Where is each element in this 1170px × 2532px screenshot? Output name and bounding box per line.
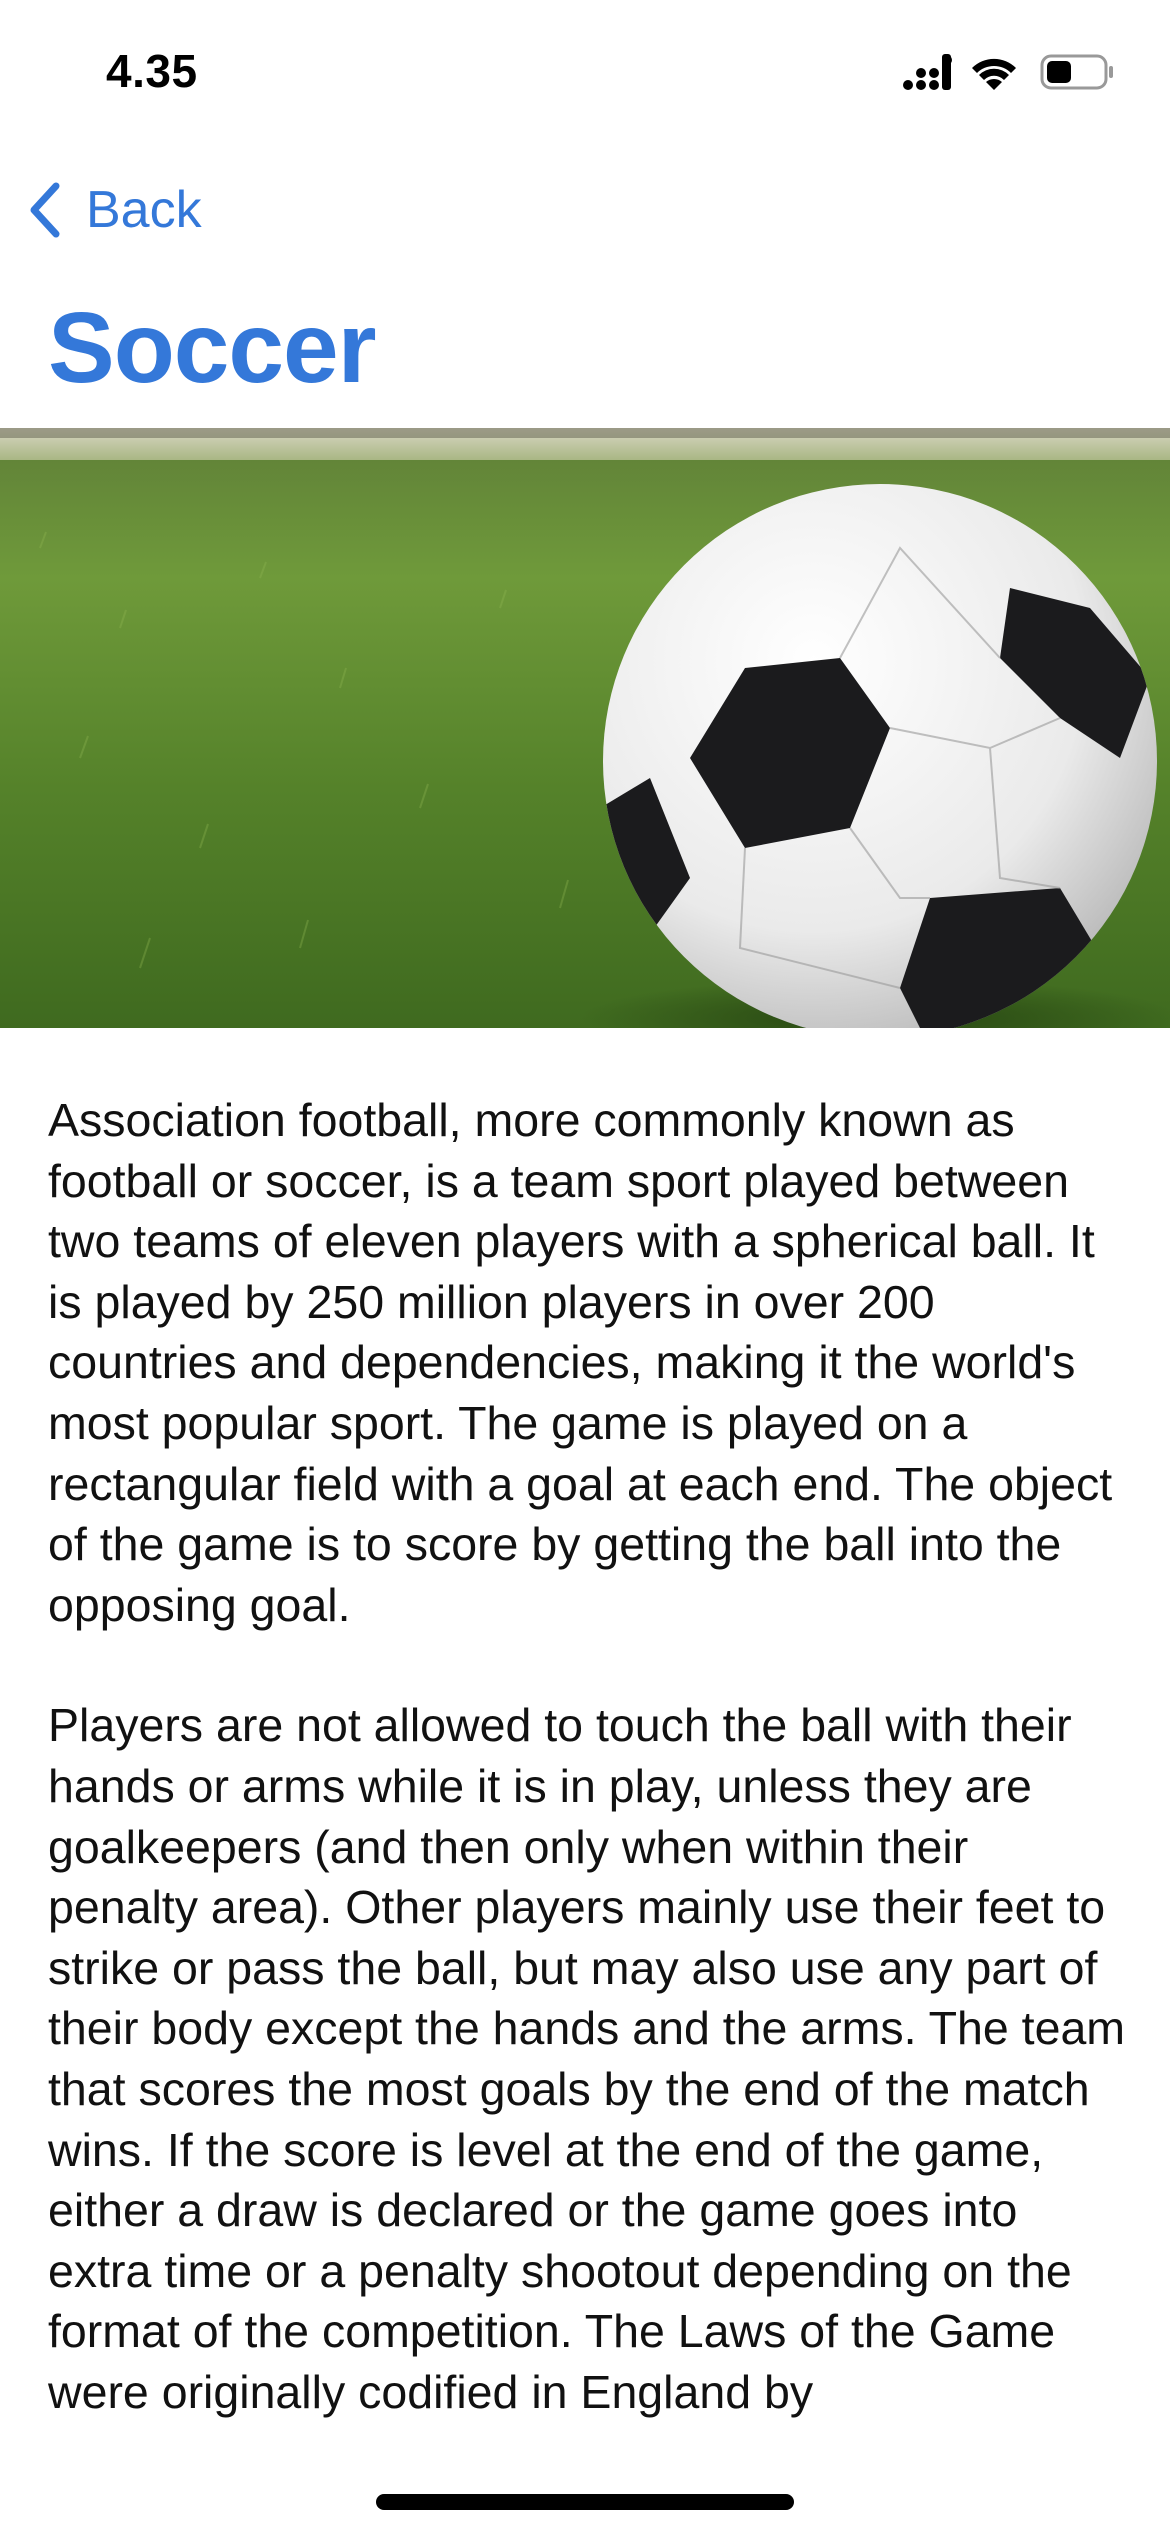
back-label: Back: [86, 181, 202, 239]
page-title: Soccer: [48, 292, 377, 404]
status-time: 4.35: [106, 45, 198, 97]
home-indicator[interactable]: [376, 2494, 794, 2510]
hero-image: [0, 428, 1170, 1028]
battery-icon: [1040, 54, 1113, 90]
navigation-bar: Back: [0, 160, 1170, 260]
chevron-left-icon: [30, 182, 60, 238]
cellular-signal-icon: [903, 54, 952, 90]
status-bar: 4.35: [0, 0, 1170, 140]
article-paragraph: Players are not allowed to touch the bal…: [48, 1699, 1126, 2418]
article-paragraph: Association football, more commonly know…: [48, 1094, 1113, 1631]
wifi-icon: [972, 58, 1016, 90]
article-body: Association football, more commonly know…: [48, 1090, 1128, 2482]
back-button[interactable]: Back: [22, 172, 202, 248]
